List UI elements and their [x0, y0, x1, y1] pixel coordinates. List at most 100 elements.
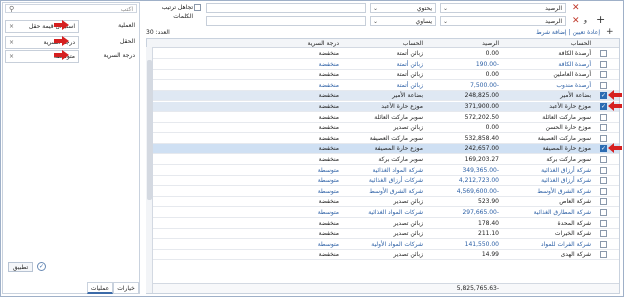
cell-secrecy: منخفضة	[318, 81, 339, 89]
add-condition-icon[interactable]: +	[606, 27, 614, 37]
table-row[interactable]: شركة الفرات للمواد 141,550.00 شركات المواد…	[147, 240, 619, 250]
col-account[interactable]: الحساب	[501, 39, 591, 48]
table-row[interactable]: أرصدة العاملين 0.00 زبائن أتمتة منخفضة	[147, 70, 619, 81]
arrow-icon	[54, 20, 69, 30]
cell-name: شركة الشرق الأوسط	[369, 187, 423, 195]
row-checkbox[interactable]	[600, 92, 607, 100]
row-checkbox[interactable]	[600, 187, 607, 195]
cell-name: موزع حارة المصيفة	[374, 145, 423, 153]
row-checkbox[interactable]	[600, 71, 607, 79]
table-row[interactable]: موزع حارة الأعبد 371,900.00 موزع حارة الأع…	[147, 102, 619, 112]
row-checkbox[interactable]	[600, 177, 607, 185]
cell-balance: 297,665.00-	[462, 209, 499, 216]
table-row[interactable]: سوبر ماركت بركة 169,203.27 سوبر ماركت بركة…	[147, 155, 619, 165]
arrow-icon	[54, 50, 69, 60]
table-footer: 5,825,765.63-	[147, 283, 619, 293]
table-row[interactable]: أرصدة الكافة 190.00- زبائن أتمتة منخفضة	[147, 60, 619, 70]
close-icon[interactable]: ✕	[572, 16, 580, 26]
cell-name: زبائن أتمتة	[396, 81, 423, 89]
row-checkbox[interactable]	[600, 240, 607, 248]
row-checkbox[interactable]	[600, 230, 607, 238]
cell-account: شركة الفرات للمواد	[540, 240, 591, 248]
cell-account: شركة أرزاق الغذائية	[541, 166, 591, 174]
cell-account: موزع حارة الحسن	[545, 124, 591, 132]
filter-value-input-1[interactable]	[206, 3, 366, 13]
cell-secrecy: منخفضة	[318, 230, 339, 238]
cell-balance: 190.00-	[475, 60, 499, 68]
cell-balance: 0.00	[485, 50, 499, 57]
cell-balance: 211.10	[478, 230, 499, 238]
table-row[interactable]: شركة المحدة 178.40 زبائن تصدير منخفضة	[147, 219, 619, 229]
row-checkbox[interactable]	[600, 156, 607, 163]
filter-op-select-2[interactable]: ⌄ يساوي	[370, 16, 436, 26]
cell-secrecy: منخفضة	[318, 134, 339, 142]
tab-operations[interactable]: عمليات	[87, 282, 113, 294]
field-row: × درجة السرية الحقل	[5, 36, 137, 49]
cell-name: شركات المواد الغذائية	[368, 209, 423, 216]
row-checkbox[interactable]	[600, 81, 607, 89]
cell-name: زبائن أتمتة	[396, 50, 423, 57]
cell-name: سوبر ماركت بركة	[378, 156, 423, 163]
cell-balance: 242,657.00	[464, 145, 499, 153]
clear-icon[interactable]: ×	[9, 22, 14, 31]
table-row[interactable]: بضاعة الأمير 248,825.00 بضاعة الأمير منخفضة	[147, 91, 619, 102]
table-row[interactable]: شركة الخيرات 211.10 زبائن تصدير منخفضة	[147, 229, 619, 240]
cell-balance: 14.99	[481, 251, 499, 259]
clear-icon[interactable]: ×	[9, 52, 14, 61]
table-row[interactable]: أرصدة مندوب 7,500.00- زبائن أتمتة منخفضة	[147, 81, 619, 91]
operation-label: العملية	[118, 22, 135, 29]
table-row[interactable]: شركة أرزاق الغذائية 4,212,723.00 شركات أرز…	[147, 176, 619, 187]
row-checkbox[interactable]	[600, 166, 607, 174]
cell-balance: 7,500.00-	[470, 81, 499, 89]
row-checkbox[interactable]	[600, 103, 607, 110]
table-row[interactable]: سوبر ماركت العصيفة 532,858.40 سوبر ماركت ا…	[147, 134, 619, 144]
row-checkbox[interactable]	[600, 251, 607, 259]
cell-balance: 141,550.00	[464, 240, 499, 248]
secrecy-label: درجة السرية	[103, 52, 135, 59]
scrollbar-thumb[interactable]	[147, 60, 152, 200]
cell-name: سوبر ماركت العصيفة	[369, 134, 423, 142]
cell-account: أرصدة الكافة	[558, 60, 591, 68]
total-balance: 5,825,765.63-	[456, 285, 499, 292]
reset-link[interactable]: إعادة تعيين	[572, 29, 600, 36]
col-name[interactable]: الحساب	[343, 39, 423, 48]
row-checkbox[interactable]	[600, 124, 607, 132]
table-row[interactable]: شركة الشرق الأوسط 4,569,600.00- شركة الشرق…	[147, 187, 619, 197]
col-balance[interactable]: الرصيد	[429, 39, 499, 48]
cell-name: زبائن أتمتة	[396, 60, 423, 68]
filter-op-select-1[interactable]: ⌄ يحتوي	[370, 3, 436, 13]
panel-search-input[interactable]: ⚲ اكتب	[5, 4, 137, 13]
row-checkbox[interactable]	[600, 113, 607, 121]
filter-field-select-1[interactable]: ⌄ الرصيد	[440, 3, 566, 13]
table-row[interactable]: موزع حارة الحسن 0.00 زبائن تصدير منخفضة	[147, 123, 619, 134]
add-filter-icon[interactable]: +	[596, 14, 605, 25]
table-row[interactable]: موزع حارة المصيفة 242,657.00 موزع حارة الم…	[147, 144, 619, 155]
row-checkbox[interactable]	[600, 50, 607, 57]
table-row[interactable]: سوبر ماركت العائلة 572,202.50 سوبر ماركت ا…	[147, 113, 619, 123]
row-checkbox[interactable]	[600, 219, 607, 227]
cell-account: أرصدة العاملين	[553, 71, 591, 79]
row-checkbox[interactable]	[600, 145, 607, 153]
filter-field-select-2[interactable]: ⌄ الرصيد	[440, 16, 566, 26]
table-row[interactable]: شركة أرزاق الغذائية 349,365.00- شركة الموا…	[147, 166, 619, 176]
apply-button[interactable]: تطبيق	[8, 262, 33, 272]
cell-account: شركة أرزاق الغذائية	[541, 177, 591, 185]
clear-icon[interactable]: ×	[9, 38, 14, 47]
row-checkbox[interactable]	[600, 134, 607, 142]
cell-secrecy: منخفضة	[318, 113, 339, 121]
col-secrecy[interactable]: درجة السرية	[269, 39, 339, 48]
table-row[interactable]: شركة العاص 523.90 زبائن تصدير منخفضة	[147, 197, 619, 208]
ignore-sort-checkbox[interactable]	[194, 4, 201, 11]
tab-options[interactable]: خيارات	[113, 282, 139, 294]
filter-op-value: يساوي	[415, 18, 432, 25]
cell-secrecy: منخفضة	[318, 145, 339, 153]
row-checkbox[interactable]	[600, 60, 607, 68]
close-icon[interactable]: ✕	[572, 3, 580, 13]
table-row[interactable]: شركة الهدى 14.99 زبائن تصدير منخفضة	[147, 250, 619, 261]
row-checkbox[interactable]	[600, 198, 607, 206]
table-row[interactable]: شركة المطارق الغذائية 297,665.00- شركات ال…	[147, 208, 619, 218]
filter-value-input-2[interactable]	[206, 16, 366, 26]
row-checkbox[interactable]	[600, 209, 607, 216]
table-row[interactable]: أرصدة الكافة 0.00 زبائن أتمتة منخفضة	[147, 49, 619, 59]
cell-account: أرصدة الكافة	[558, 50, 591, 57]
